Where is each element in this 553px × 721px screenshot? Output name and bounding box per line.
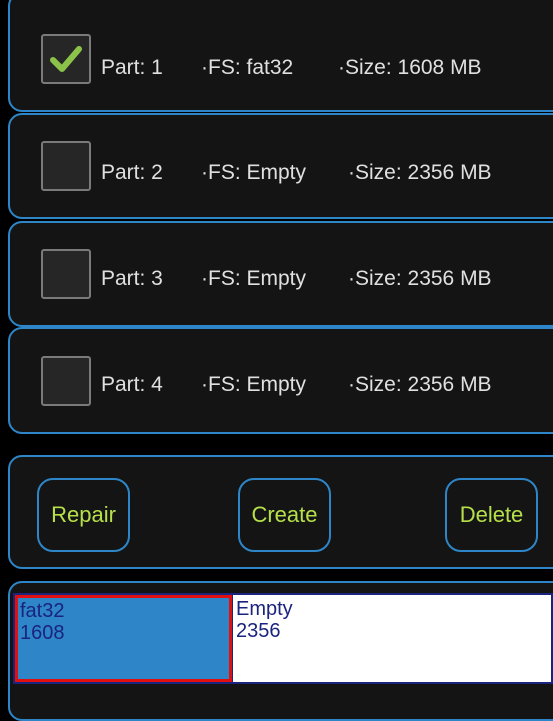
partition-4-number: Part: 4 <box>101 373 163 396</box>
segment-1-fs: fat32 <box>20 600 65 622</box>
partition-4-checkbox[interactable] <box>41 356 91 406</box>
partition-1-fs: ·FS: fat32 <box>201 56 294 79</box>
actions-panel: Repair Create Delete <box>8 455 553 569</box>
partition-2-number: Part: 2 <box>101 161 163 184</box>
partition-3-size: ·Size: 2356 MB <box>348 267 492 290</box>
partition-row-1[interactable]: Part: 1 ·FS: fat32 ·Size: 1608 MB <box>8 0 553 112</box>
segment-1-size: 1608 <box>20 622 65 644</box>
partition-4-size: ·Size: 2356 MB <box>348 373 492 396</box>
partition-2-size: ·Size: 2356 MB <box>348 161 492 184</box>
checkmark-icon <box>50 46 82 72</box>
partition-map-segment-2[interactable]: Empty 2356 <box>232 595 551 682</box>
partition-2-fs: ·FS: Empty <box>201 161 307 184</box>
create-button[interactable]: Create <box>238 478 331 552</box>
segment-2-fs: Empty <box>236 598 293 620</box>
partition-1-size: ·Size: 1608 MB <box>338 56 482 79</box>
partition-map-segment-1[interactable]: fat32 1608 <box>15 595 232 682</box>
partition-map-bar: fat32 1608 Empty 2356 <box>13 593 553 684</box>
partition-3-number: Part: 3 <box>101 267 163 290</box>
partition-row-2[interactable]: Part: 2 ·FS: Empty ·Size: 2356 MB <box>8 113 553 219</box>
segment-2-size: 2356 <box>236 620 281 642</box>
partition-3-checkbox[interactable] <box>41 249 91 299</box>
partition-2-checkbox[interactable] <box>41 141 91 191</box>
partition-1-number: Part: 1 <box>101 56 163 79</box>
partition-row-3[interactable]: Part: 3 ·FS: Empty ·Size: 2356 MB <box>8 221 553 327</box>
repair-button[interactable]: Repair <box>37 478 130 552</box>
partition-4-fs: ·FS: Empty <box>201 373 307 396</box>
delete-button[interactable]: Delete <box>445 478 538 552</box>
partition-1-checkbox[interactable] <box>41 34 91 84</box>
partition-row-4[interactable]: Part: 4 ·FS: Empty ·Size: 2356 MB <box>8 327 553 434</box>
partition-3-fs: ·FS: Empty <box>201 267 307 290</box>
